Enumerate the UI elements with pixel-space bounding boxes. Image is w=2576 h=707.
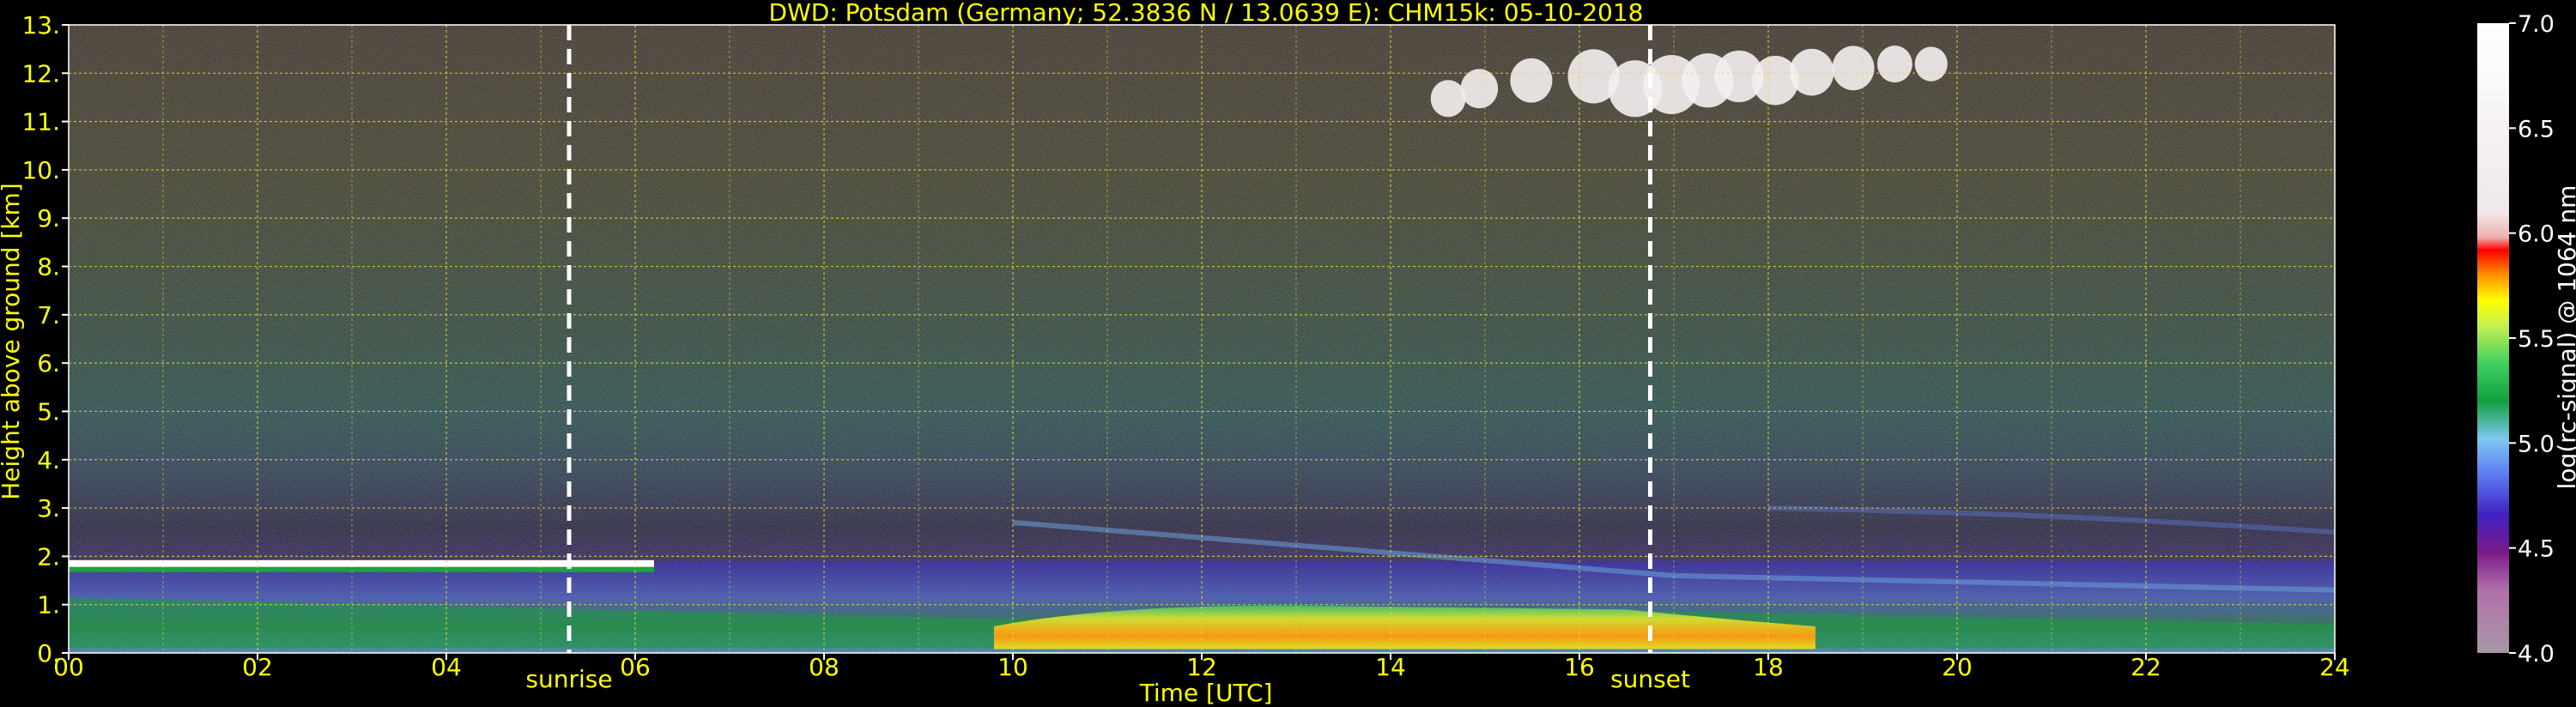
x-tick-label: 20 — [1942, 653, 1973, 681]
y-axis-label: Height above ground [km] — [0, 183, 25, 500]
y-tick-label: 3. — [37, 494, 60, 523]
cirrus-blob — [1789, 48, 1834, 96]
cirrus-blob — [1914, 46, 1948, 82]
cirrus-blob — [1460, 69, 1499, 109]
x-tick-label: 08 — [809, 653, 839, 681]
x-tick-label: 18 — [1753, 653, 1784, 681]
y-tick-label: 0. — [37, 639, 60, 668]
colorbar-tick-label: 7.0 — [2518, 11, 2555, 38]
y-tick-label: 4. — [37, 446, 60, 474]
colorbar-ticks: 4.0 4.5 5.0 5.5 6.0 6.5 7.0 — [2509, 11, 2555, 668]
colorbar-tick-label: 4.5 — [2518, 536, 2555, 563]
y-tick-label: 2. — [37, 542, 60, 571]
x-tick-label: 10 — [997, 653, 1028, 681]
y-tick-label: 13. — [21, 11, 60, 39]
colorbar-tick-label: 5.0 — [2518, 431, 2555, 457]
colorbar-label: log(rc-signal) @ 1064 nm — [2553, 185, 2576, 490]
cloud-base — [69, 566, 654, 572]
colorbar — [2477, 23, 2509, 653]
x-tick-label: 04 — [431, 653, 462, 681]
y-tick-label: 12. — [21, 59, 60, 88]
y-tick-label: 11. — [21, 108, 60, 136]
x-tick-label: 22 — [2131, 653, 2161, 681]
lidar-chart: DWD: Potsdam (Germany; 52.3836 N / 13.06… — [0, 0, 2576, 707]
y-tick-label: 7. — [37, 301, 60, 329]
cirrus-blob — [1876, 45, 1912, 83]
x-tick-label: 16 — [1564, 653, 1595, 681]
colorbar-tick-label: 5.5 — [2518, 326, 2555, 353]
y-tick-label: 8. — [37, 253, 60, 281]
y-tick-label: 9. — [37, 204, 60, 233]
x-tick-label: 06 — [620, 653, 651, 681]
chart-title: DWD: Potsdam (Germany; 52.3836 N / 13.06… — [769, 0, 1644, 27]
x-tick-label: 24 — [2319, 653, 2350, 681]
colorbar-tick-label: 6.5 — [2518, 116, 2555, 142]
x-tick-label: 02 — [242, 653, 273, 681]
x-axis-label: Time [UTC] — [1139, 679, 1273, 707]
cirrus-blob — [1510, 57, 1553, 103]
cirrus-blob — [1430, 80, 1466, 118]
sunset-label: sunset — [1610, 665, 1690, 693]
y-tick-label: 5. — [37, 397, 60, 426]
x-tick-label: 12 — [1186, 653, 1217, 681]
cloud-top — [69, 559, 654, 567]
colorbar-tick-label: 6.0 — [2518, 221, 2555, 248]
y-tick-label: 10. — [21, 156, 60, 184]
x-tick-label: 14 — [1375, 653, 1406, 681]
colorbar-tick-label: 4.0 — [2518, 641, 2555, 668]
sunrise-label: sunrise — [525, 665, 612, 693]
y-tick-label: 6. — [37, 349, 60, 378]
y-tick-label: 1. — [37, 591, 60, 619]
cirrus-blob — [1832, 45, 1875, 91]
